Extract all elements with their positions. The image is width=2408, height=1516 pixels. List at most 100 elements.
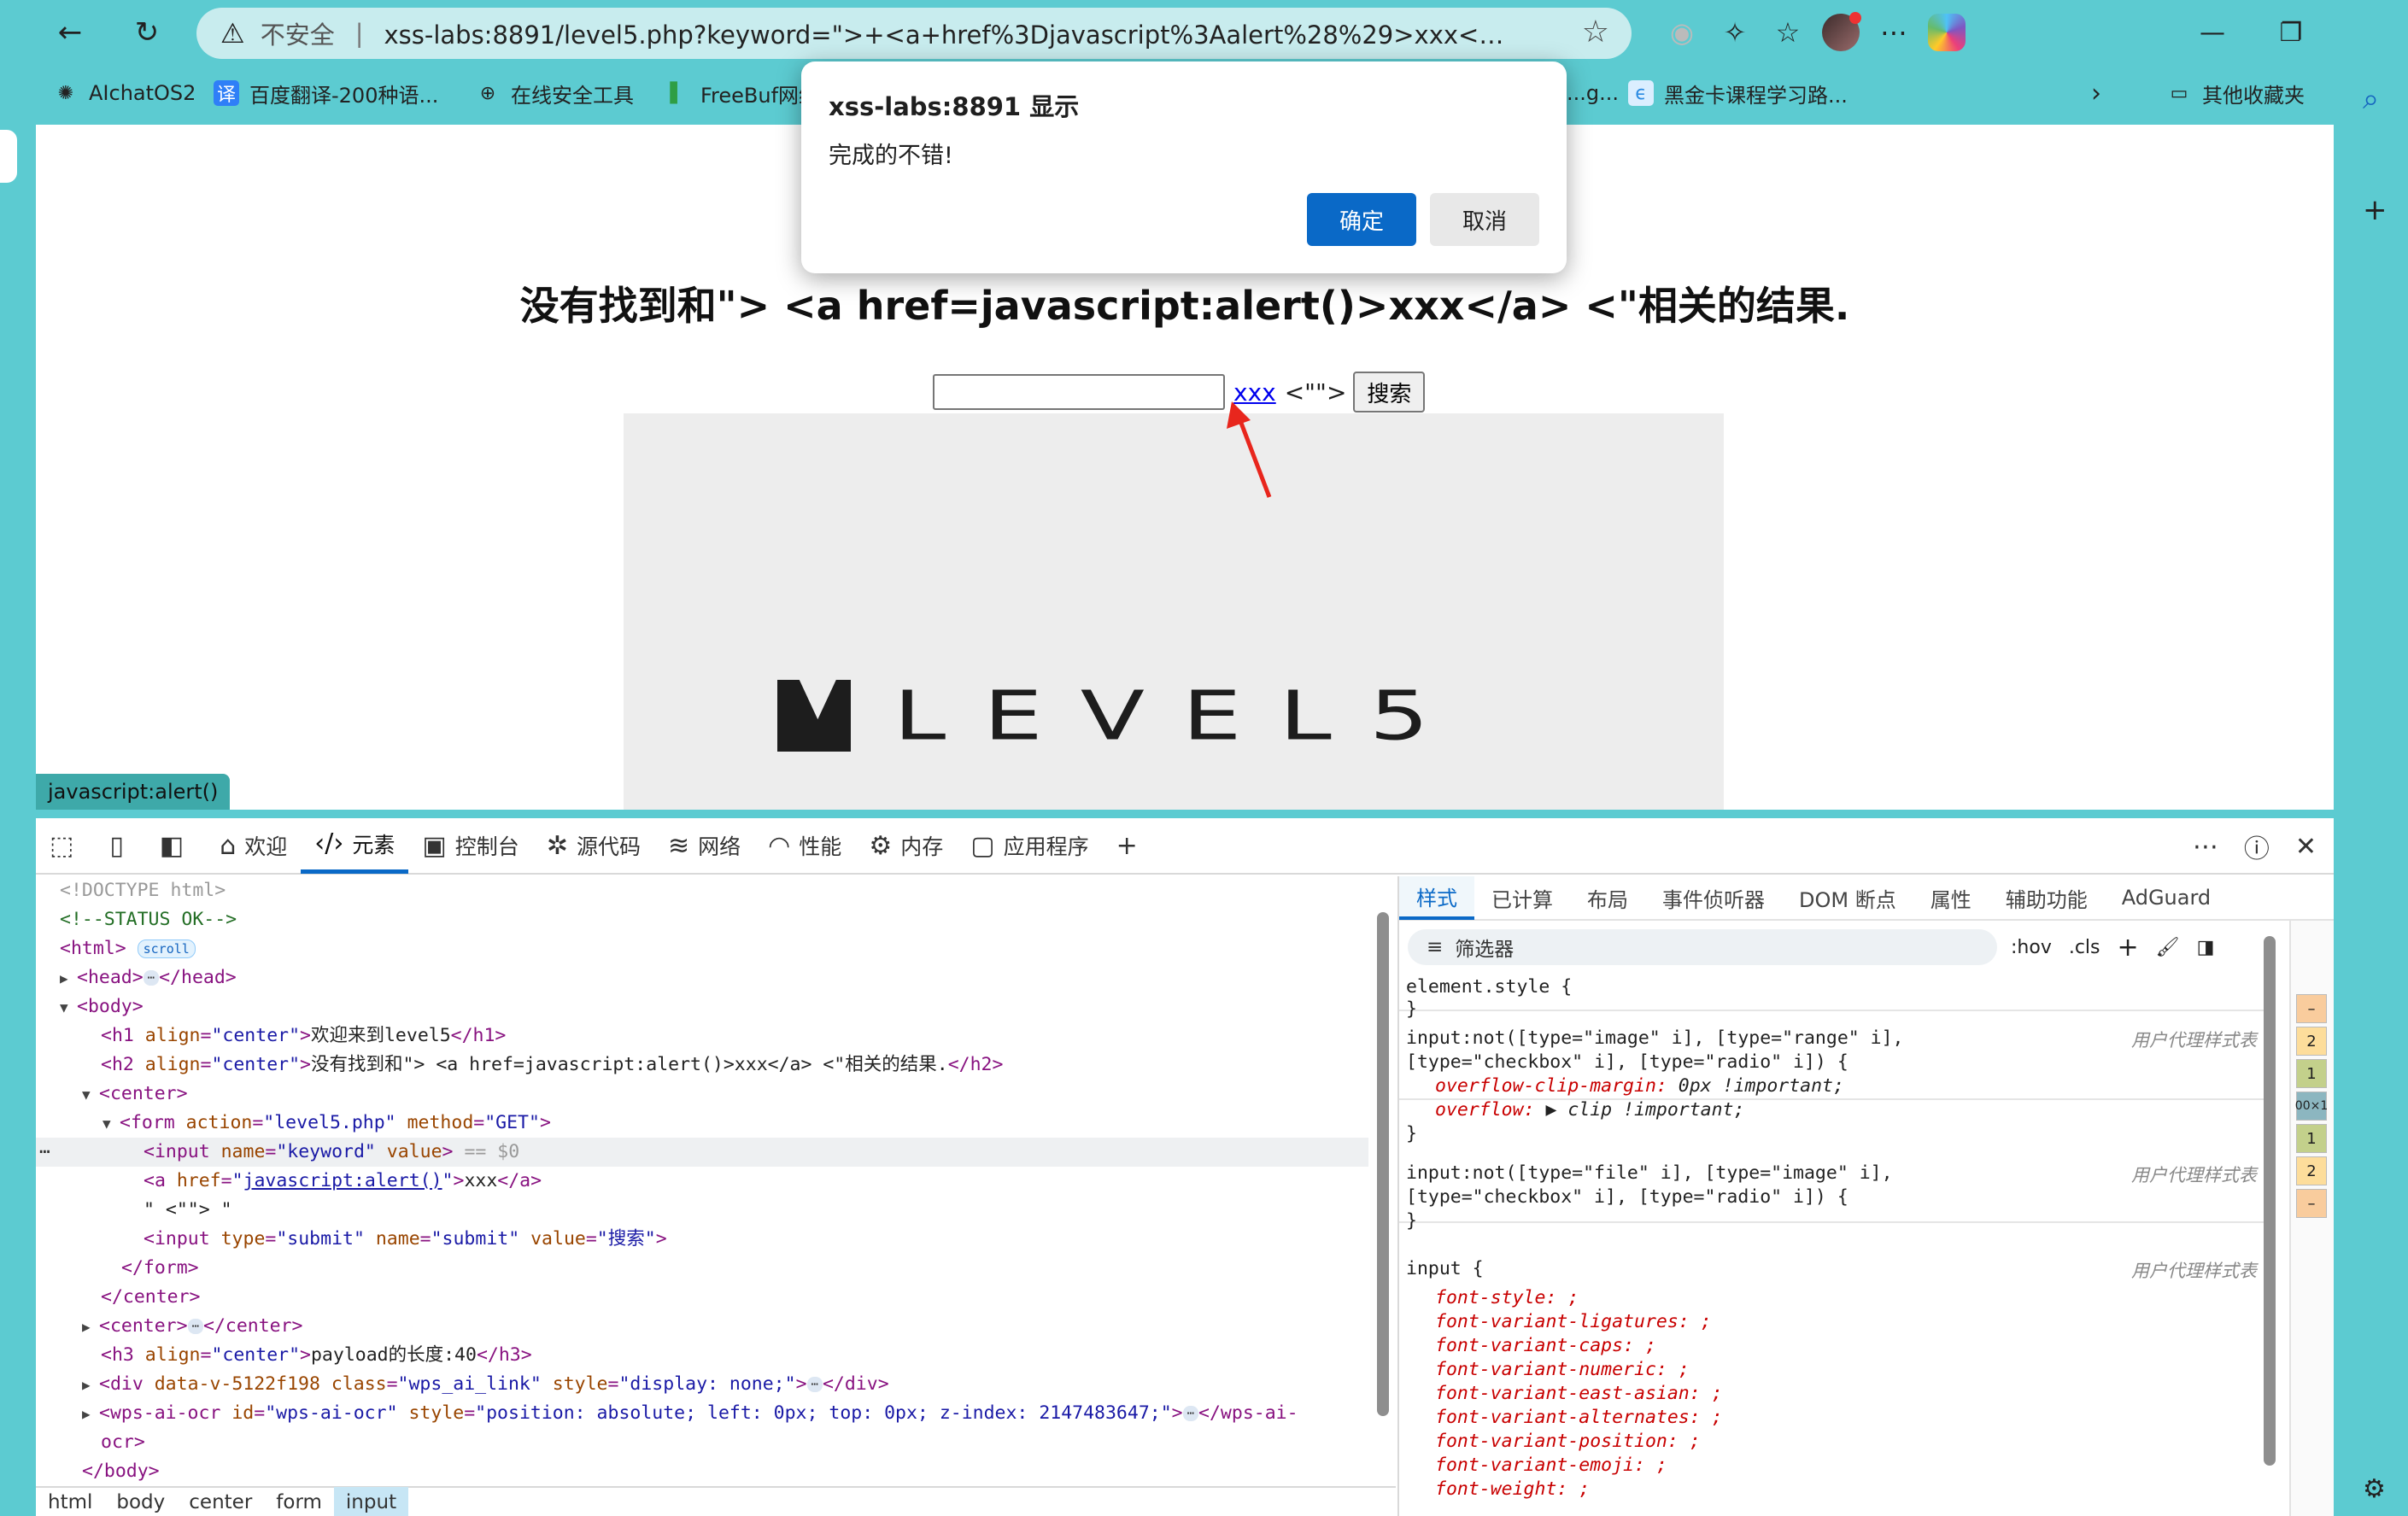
crumb-html[interactable]: html (36, 1487, 104, 1516)
help-icon[interactable]: ⓘ (2244, 828, 2270, 865)
dom-html[interactable]: <html> scroll (36, 934, 1368, 963)
css-prop[interactable]: font-variant-east-asian: ; (1406, 1382, 2264, 1406)
css-prop[interactable]: font-variant-position: ; (1406, 1430, 2264, 1454)
dom-form[interactable]: ▼ <form action="level5.php" method="GET"> (36, 1109, 1368, 1138)
css-prop-overflow[interactable]: overflow: ▶ clip !important; (1406, 1098, 2264, 1122)
extension-circle-icon[interactable]: ◉ (1655, 7, 1708, 58)
dom-body-close[interactable]: </body> (36, 1457, 1368, 1486)
search-icon[interactable]: ⌕ (2363, 82, 2379, 116)
new-rule-icon[interactable]: + (2118, 933, 2139, 963)
crumb-input[interactable]: input (333, 1487, 409, 1516)
tab-properties[interactable]: 属性 (1913, 876, 1989, 920)
keyword-input[interactable] (933, 374, 1225, 410)
dom-wps-ocr[interactable]: ▶ <wps-ai-ocr id="wps-ai-ocr" style="posi… (36, 1399, 1368, 1428)
dom-center-close[interactable]: </center> (36, 1283, 1368, 1312)
css-prop[interactable]: font-variant-numeric: ; (1406, 1358, 2264, 1382)
dom-doctype[interactable]: <!DOCTYPE html> (36, 876, 1368, 905)
address-bar[interactable]: ⚠ 不安全 | xss-labs:8891/level5.php?keyword… (196, 8, 1632, 59)
back-button[interactable]: ← (46, 9, 94, 56)
tab-dock[interactable]: ◧ (146, 817, 206, 874)
dom-a[interactable]: <a href="javascript:alert()">xxx</a> (36, 1167, 1368, 1196)
tab-memory[interactable]: ⚙ 内存 (855, 817, 957, 874)
tab-console[interactable]: ▣ 控制台 (408, 817, 532, 874)
rule-input-not-image[interactable]: 用户代理样式表 input:not([type="image" i], [typ… (1399, 1023, 2270, 1144)
bookmark-baidu-translate[interactable]: 译百度翻译-200种语... (214, 72, 438, 114)
tab-inspect[interactable]: ⬚ (36, 817, 96, 874)
crumb-center[interactable]: center (177, 1487, 264, 1516)
close-devtools-icon[interactable]: ✕ (2295, 832, 2317, 862)
url-text[interactable]: xss-labs:8891/level5.php?keyword=">+<a+h… (384, 15, 1520, 51)
css-prop[interactable]: font-variant-caps: ; (1406, 1334, 2264, 1358)
bug-icon: ✲ (546, 830, 568, 861)
ok-button[interactable]: 确定 (1307, 193, 1416, 246)
tab-accessibility[interactable]: 辅助功能 (1989, 876, 2105, 920)
dom-comment[interactable]: <!--STATUS OK--> (36, 905, 1368, 934)
extensions-puzzle-icon[interactable]: ✧ (1708, 7, 1761, 58)
css-prop[interactable]: font-variant-emoji: ; (1406, 1454, 2264, 1478)
copilot-button[interactable] (1920, 7, 1973, 58)
cls-toggle[interactable]: .cls (2069, 937, 2100, 958)
dom-text-node[interactable]: " <""> " (36, 1196, 1368, 1225)
dom-center[interactable]: ▼ <center> (36, 1080, 1368, 1109)
restore-button[interactable]: ❐ (2252, 0, 2330, 65)
tab-adguard[interactable]: AdGuard (2105, 876, 2228, 920)
dom-form-close[interactable]: </form> (36, 1254, 1368, 1283)
tab-event-listeners[interactable]: 事件侦听器 (1645, 876, 1782, 920)
bookmark-other-favorites[interactable]: ▭ 其他收藏夹 (2166, 72, 2305, 114)
css-prop[interactable]: font-style: ; (1406, 1286, 2264, 1310)
dom-h3[interactable]: <h3 align="center">payload的长度:40</h3> (36, 1341, 1368, 1370)
refresh-button[interactable]: ↻ (123, 9, 171, 56)
tab-network[interactable]: ≋ 网络 (654, 817, 754, 874)
bookmark-partial[interactable]: ...g... (1567, 72, 1619, 114)
minimize-button[interactable]: — (2173, 0, 2252, 65)
add-tab-button[interactable]: + (1103, 817, 1160, 874)
css-prop[interactable]: font-variant-alternates: ; (1406, 1406, 2264, 1430)
hov-toggle[interactable]: :hov (2011, 937, 2052, 958)
add-sidebar-icon[interactable]: + (2363, 193, 2387, 227)
tab-device[interactable]: ▯ (96, 817, 146, 874)
tab-dom-breakpoints[interactable]: DOM 断点 (1782, 876, 1913, 920)
search-button[interactable]: 搜索 (1353, 372, 1426, 413)
tab-performance[interactable]: ◠ 性能 (754, 817, 855, 874)
dom-body[interactable]: ▼ <body> (36, 992, 1368, 1021)
bookmark-freebuf[interactable]: ▌ FreeBuf网络 (665, 72, 820, 114)
tab-sources[interactable]: ✲ 源代码 (533, 817, 654, 874)
tab-elements[interactable]: ‹/› 元素 (301, 817, 409, 874)
favorites-icon[interactable]: ☆ (1761, 7, 1814, 58)
dom-h2[interactable]: <h2 align="center">没有找到和"> <a href=javas… (36, 1051, 1368, 1080)
cancel-button[interactable]: 取消 (1430, 193, 1539, 246)
bookmark-aichatos[interactable]: ✺ AIchatOS2 (53, 72, 196, 114)
more-tools-icon[interactable]: ⋯ (1867, 7, 1920, 58)
crumb-body[interactable]: body (104, 1487, 177, 1516)
tab-layout[interactable]: 布局 (1570, 876, 1645, 920)
profile-avatar[interactable] (1814, 7, 1867, 58)
dom-input-keyword[interactable]: ⋯ <input name="keyword" value> == $0 (36, 1138, 1368, 1167)
more-options-icon[interactable]: ⋯ (2193, 832, 2218, 862)
bookmark-course[interactable]: ϵ 黑金卡课程学习路... (1628, 72, 1848, 114)
css-prop[interactable]: font-variant-ligatures: ; (1406, 1310, 2264, 1334)
css-prop-overflow-clip-margin[interactable]: overflow-clip-margin: 0px !important; (1406, 1074, 2264, 1098)
dom-head[interactable]: ▶ <head> ⋯ </head> (36, 963, 1368, 992)
dom-scrollbar[interactable] (1377, 912, 1389, 1416)
rule-input[interactable]: 用户代理样式表 input { font-style: ; font-varia… (1399, 1254, 2270, 1516)
styles-filter-input[interactable]: ≡ 筛选器 (1408, 929, 1997, 965)
favorite-star-icon[interactable]: ☆ (1582, 15, 1609, 50)
tab-computed[interactable]: 已计算 (1474, 876, 1570, 920)
tab-application[interactable]: ▢ 应用程序 (957, 817, 1102, 874)
bookmarks-more-chevron[interactable]: › (2091, 72, 2101, 114)
sidebar-toggle-icon[interactable]: ◨ (2197, 937, 2215, 958)
dom-div-wps[interactable]: ▶ <div data-v-5122f198 class="wps_ai_link… (36, 1370, 1368, 1399)
dom-input-submit[interactable]: <input type="submit" name="submit" value… (36, 1225, 1368, 1254)
dom-center-2[interactable]: ▶ <center> ⋯ </center> (36, 1312, 1368, 1341)
rule-element-style[interactable]: element.style { } (1399, 972, 2270, 1020)
tab-welcome[interactable]: ⌂ 欢迎 (206, 817, 301, 874)
rule-input-not-file[interactable]: 用户代理样式表 input:not([type="file" i], [type… (1399, 1158, 2270, 1232)
styles-scrollbar[interactable] (2264, 936, 2276, 1466)
gear-icon[interactable]: ⚙ (2363, 1474, 2386, 1504)
css-prop[interactable]: font-weight: ; (1406, 1478, 2264, 1501)
paint-brush-icon[interactable]: 🖌 (2156, 937, 2180, 958)
crumb-form[interactable]: form (264, 1487, 334, 1516)
bookmark-security-tools[interactable]: ⊕ 在线安全工具 (475, 72, 634, 114)
dom-h1[interactable]: <h1 align="center">欢迎来到level5</h1> (36, 1021, 1368, 1051)
tab-styles[interactable]: 样式 (1399, 876, 1474, 920)
